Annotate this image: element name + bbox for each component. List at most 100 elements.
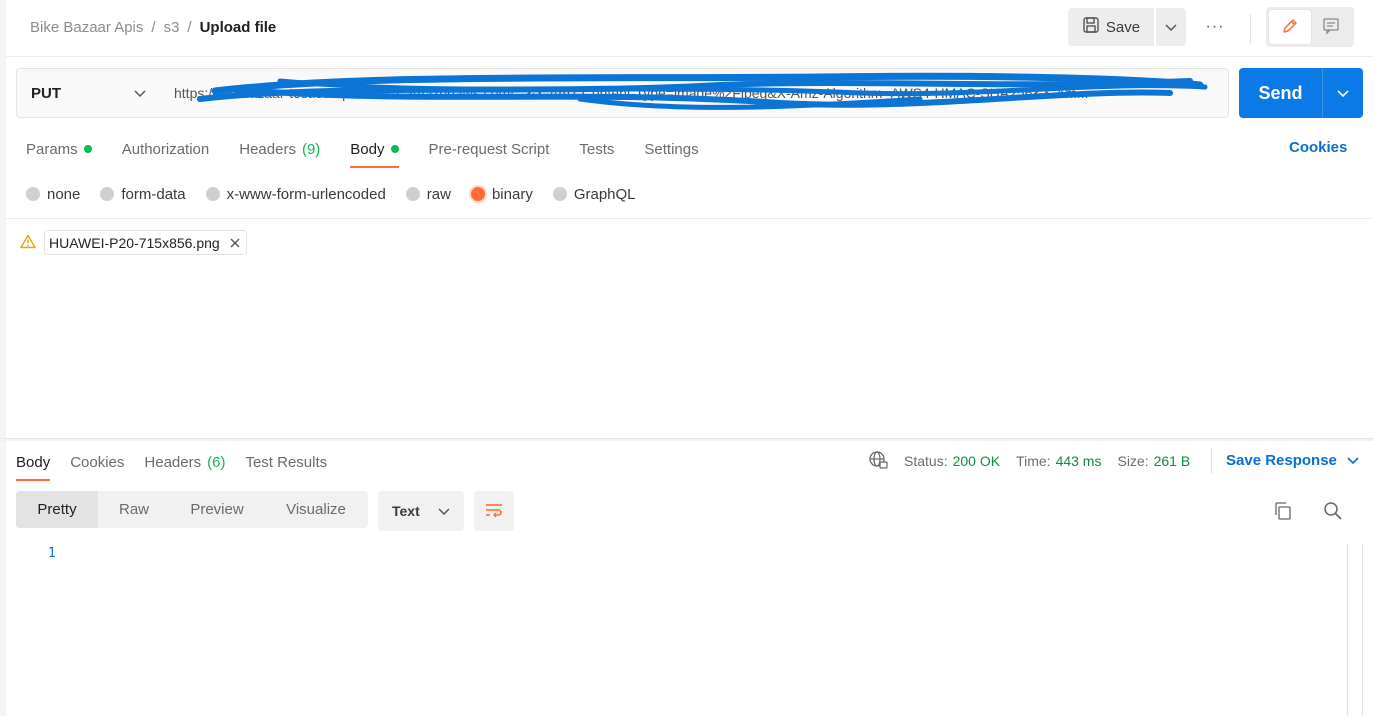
view-raw[interactable]: Raw — [98, 491, 170, 528]
tab-label: Headers — [239, 140, 296, 158]
copy-icon — [1275, 502, 1291, 520]
tab-tests[interactable]: Tests — [579, 138, 614, 160]
view-preview[interactable]: Preview — [170, 491, 264, 528]
more-icon: ··· — [1205, 18, 1225, 35]
breadcrumb: Bike Bazaar Apis / s3 / Upload file — [30, 19, 276, 36]
breadcrumb-separator: / — [151, 19, 156, 36]
save-response-label: Save Response — [1226, 452, 1337, 469]
tab-pre-request-script[interactable]: Pre-request Script — [429, 138, 550, 160]
chevron-down-icon — [134, 85, 146, 102]
file-tag[interactable]: HUAWEI-P20-715x856.png — [44, 230, 247, 255]
response-tab-body[interactable]: Body — [16, 451, 51, 481]
radio-circle — [405, 187, 420, 201]
save-icon — [1082, 16, 1100, 38]
response-tab-headers[interactable]: Headers (6) — [144, 451, 225, 473]
cookies-link[interactable]: Cookies — [1289, 139, 1347, 156]
body-indicator-dot — [390, 145, 399, 153]
radio-circle — [205, 187, 220, 201]
tab-label: Authorization — [121, 140, 210, 158]
save-button[interactable]: Save — [1068, 8, 1154, 46]
search-button[interactable] — [1322, 500, 1344, 522]
tab-label: Pre-request Script — [428, 140, 550, 158]
tab-label: Headers — [144, 453, 202, 471]
tab-body[interactable]: Body — [350, 138, 399, 168]
format-select[interactable]: Text — [378, 491, 464, 531]
radio-circle-selected — [470, 187, 485, 201]
wrap-lines-icon — [484, 502, 504, 521]
save-label: Save — [1105, 18, 1141, 36]
size-value[interactable]: 261 B — [1154, 453, 1191, 469]
radio-raw[interactable]: raw — [405, 184, 451, 204]
response-view-modes: Pretty Raw Preview Visualize — [16, 491, 368, 528]
radio-label: x-www-form-urlencoded — [226, 185, 386, 203]
tab-label: Tests — [579, 140, 615, 158]
radio-graphql[interactable]: GraphQL — [552, 184, 636, 204]
pane-resize-handle[interactable] — [0, 438, 1373, 441]
radio-form-data[interactable]: form-data — [100, 184, 186, 204]
breadcrumb-folder[interactable]: s3 — [164, 19, 180, 36]
status-value[interactable]: 200 OK — [953, 453, 1000, 469]
radio-label: GraphQL — [573, 185, 636, 203]
request-tabs: Params Authorization Headers (9) Body Pr… — [26, 138, 729, 168]
radio-binary[interactable]: binary — [470, 184, 533, 204]
response-tab-cookies[interactable]: Cookies — [70, 451, 124, 473]
method-select[interactable]: PUT — [16, 68, 161, 118]
headers-count: (6) — [207, 453, 226, 471]
params-indicator-dot — [83, 145, 92, 153]
editor-scrollbar[interactable] — [1347, 544, 1363, 716]
copy-button[interactable] — [1272, 500, 1294, 522]
more-actions-button[interactable]: ··· — [1202, 14, 1228, 40]
line-number: 1 — [48, 546, 56, 561]
network-globe-icon[interactable] — [868, 450, 888, 473]
view-mode-toggle — [1266, 7, 1354, 47]
save-group: Save — [1068, 8, 1186, 46]
close-icon — [230, 238, 240, 247]
save-response-button[interactable]: Save Response — [1226, 452, 1359, 469]
view-visualize[interactable]: Visualize — [264, 491, 368, 528]
view-pretty[interactable]: Pretty — [16, 491, 98, 528]
status-label: Status: — [904, 453, 948, 469]
tab-authorization[interactable]: Authorization — [122, 138, 210, 160]
chevron-down-icon — [438, 503, 450, 519]
time-value[interactable]: 443 ms — [1056, 453, 1102, 469]
file-name: HUAWEI-P20-715x856.png — [49, 234, 220, 251]
radio-x-www-form-urlencoded[interactable]: x-www-form-urlencoded — [205, 184, 386, 204]
radio-circle — [552, 187, 567, 201]
pencil-icon — [1281, 17, 1299, 38]
response-meta: Status: 200 OK Time: 443 ms Size: 261 B — [868, 450, 1191, 473]
time-label: Time: — [1016, 453, 1051, 469]
comments-button[interactable] — [1311, 10, 1351, 44]
chevron-down-icon — [1337, 85, 1349, 101]
remove-file-button[interactable] — [230, 235, 240, 251]
warning-icon — [20, 234, 36, 252]
url-input[interactable]: https://bikebazaar-test.s3.ap-south-1.am… — [160, 68, 1229, 118]
request-name[interactable]: Upload file — [200, 19, 277, 36]
radio-label: raw — [426, 185, 451, 203]
body-type-radios: none form-data x-www-form-urlencoded raw… — [26, 184, 656, 204]
divider — [6, 218, 1373, 219]
response-tab-test-results[interactable]: Test Results — [245, 451, 327, 473]
tab-headers[interactable]: Headers (9) — [239, 138, 320, 160]
send-button[interactable]: Send — [1239, 68, 1322, 118]
left-edge — [0, 0, 6, 716]
breadcrumb-collection[interactable]: Bike Bazaar Apis — [30, 19, 143, 36]
tab-label: Test Results — [245, 453, 328, 471]
response-divider — [1211, 448, 1212, 474]
tab-label: Params — [26, 140, 78, 158]
tab-settings[interactable]: Settings — [644, 138, 698, 160]
send-options-button[interactable] — [1322, 68, 1363, 118]
wrap-lines-button[interactable] — [474, 491, 514, 531]
request-header: Bike Bazaar Apis / s3 / Upload file Save… — [6, 0, 1373, 57]
tab-params[interactable]: Params — [26, 138, 92, 160]
format-label: Text — [392, 503, 420, 519]
redaction-scribble — [197, 72, 1208, 110]
search-icon — [1324, 502, 1342, 520]
radio-label: binary — [491, 185, 533, 203]
edit-mode-button[interactable] — [1269, 10, 1311, 44]
radio-none[interactable]: none — [26, 184, 80, 204]
headers-count: (9) — [301, 140, 321, 158]
save-options-button[interactable] — [1156, 8, 1186, 46]
radio-label: form-data — [121, 185, 186, 203]
tab-label: Body — [350, 140, 385, 158]
send-group: Send — [1239, 68, 1363, 118]
